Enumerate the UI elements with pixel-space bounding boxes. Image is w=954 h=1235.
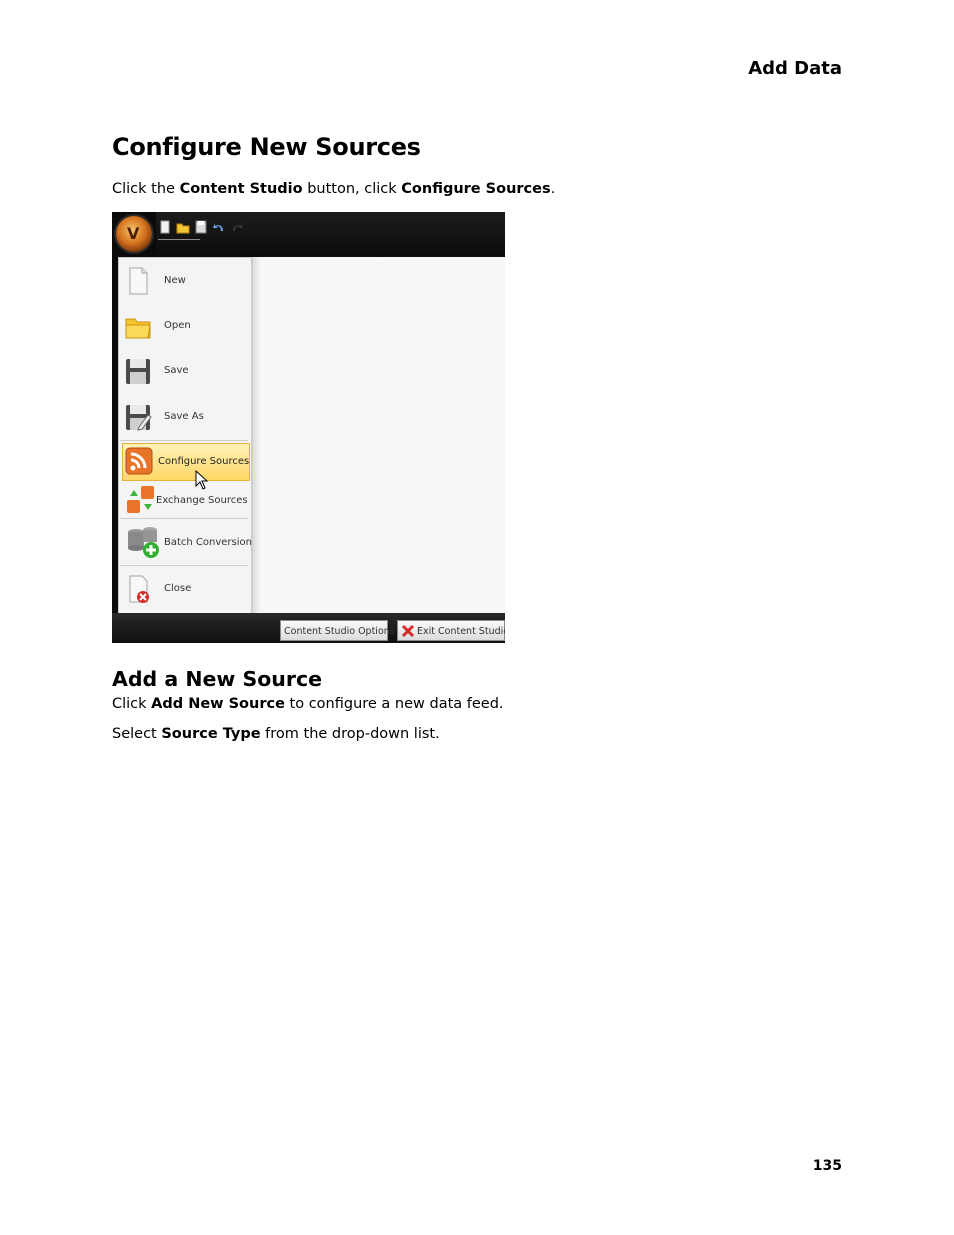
folder-icon (124, 311, 152, 341)
instruction-bold-add-new-source: Add New Source (151, 696, 285, 712)
instruction-text: . (550, 181, 556, 197)
instruction-text: Click the (112, 181, 180, 197)
menu-item-batch-conversion[interactable]: Batch Conversion (120, 524, 252, 564)
menu-item-save[interactable]: Save (120, 352, 248, 392)
instruction-text: Select (112, 726, 162, 742)
menu-item-label: Save (164, 365, 189, 376)
new-document-icon[interactable] (158, 219, 172, 235)
menu-item-label: Exchange Sources (156, 495, 248, 506)
instruction-text: to configure a new data feed. (284, 696, 504, 712)
redo-icon[interactable] (230, 219, 244, 235)
menu-item-open[interactable]: Open (120, 307, 248, 347)
close-document-icon (124, 574, 152, 604)
menu-item-label: Batch Conversion (164, 537, 252, 548)
instruction-bold-configure-sources: Configure Sources (401, 181, 551, 197)
menu-separator (120, 565, 248, 566)
floppy-disk-icon[interactable] (194, 219, 208, 235)
menu-separator (120, 518, 248, 519)
menu-item-label: Open (164, 320, 191, 331)
toolbar-underline (158, 239, 200, 240)
button-label: Content Studio Options (284, 626, 395, 637)
floppy-disk-icon (124, 356, 152, 386)
new-document-icon (124, 266, 152, 296)
undo-icon[interactable] (212, 219, 226, 235)
batch-conversion-icon (126, 524, 159, 558)
content-studio-orb-button[interactable] (116, 216, 152, 252)
button-label: Exit Content Studio (417, 626, 505, 637)
menu-item-label: Save As (164, 411, 204, 422)
add-source-instruction: Click Add New Source to configure a new … (112, 696, 504, 712)
mouse-cursor-icon (195, 469, 209, 490)
menu-item-close[interactable]: Close (120, 570, 248, 610)
menu-item-new[interactable]: New (120, 262, 248, 302)
content-studio-options-button[interactable]: Content Studio Options (280, 620, 395, 641)
application-menu-screenshot: New Open Save Save As Configure Sources … (112, 212, 505, 643)
source-type-instruction: Select Source Type from the drop-down li… (112, 726, 440, 742)
page-number: 135 (812, 1158, 842, 1174)
section-heading-configure-new-sources: Configure New Sources (112, 133, 421, 161)
menu-item-label: Configure Sources (158, 456, 250, 467)
menu-item-configure-sources[interactable]: Configure Sources (122, 443, 250, 481)
quick-access-toolbar (158, 216, 244, 238)
page-header-title: Add Data (748, 58, 842, 79)
menu-item-save-as[interactable]: Save As (120, 398, 248, 438)
menu-separator (120, 440, 248, 441)
instruction-bold-source-type: Source Type (161, 726, 261, 742)
exit-icon (401, 624, 415, 643)
menu-item-label: New (164, 275, 186, 286)
menu-item-label: Close (164, 583, 192, 594)
configure-instruction: Click the Content Studio button, click C… (112, 181, 555, 197)
exit-content-studio-button[interactable]: Exit Content Studio (397, 620, 505, 641)
rss-feed-icon (125, 446, 153, 476)
instruction-text: button, click (302, 181, 402, 197)
instruction-text: from the drop-down list. (260, 726, 440, 742)
instruction-text: Click (112, 696, 152, 712)
menu-item-exchange-sources[interactable]: Exchange Sources (120, 482, 248, 522)
application-menu-right-pane (252, 257, 505, 613)
section-heading-add-a-new-source: Add a New Source (112, 667, 323, 691)
exchange-feeds-icon (126, 484, 154, 514)
instruction-bold-content-studio: Content Studio (179, 181, 303, 197)
save-as-icon (124, 402, 152, 432)
folder-icon[interactable] (176, 219, 190, 235)
